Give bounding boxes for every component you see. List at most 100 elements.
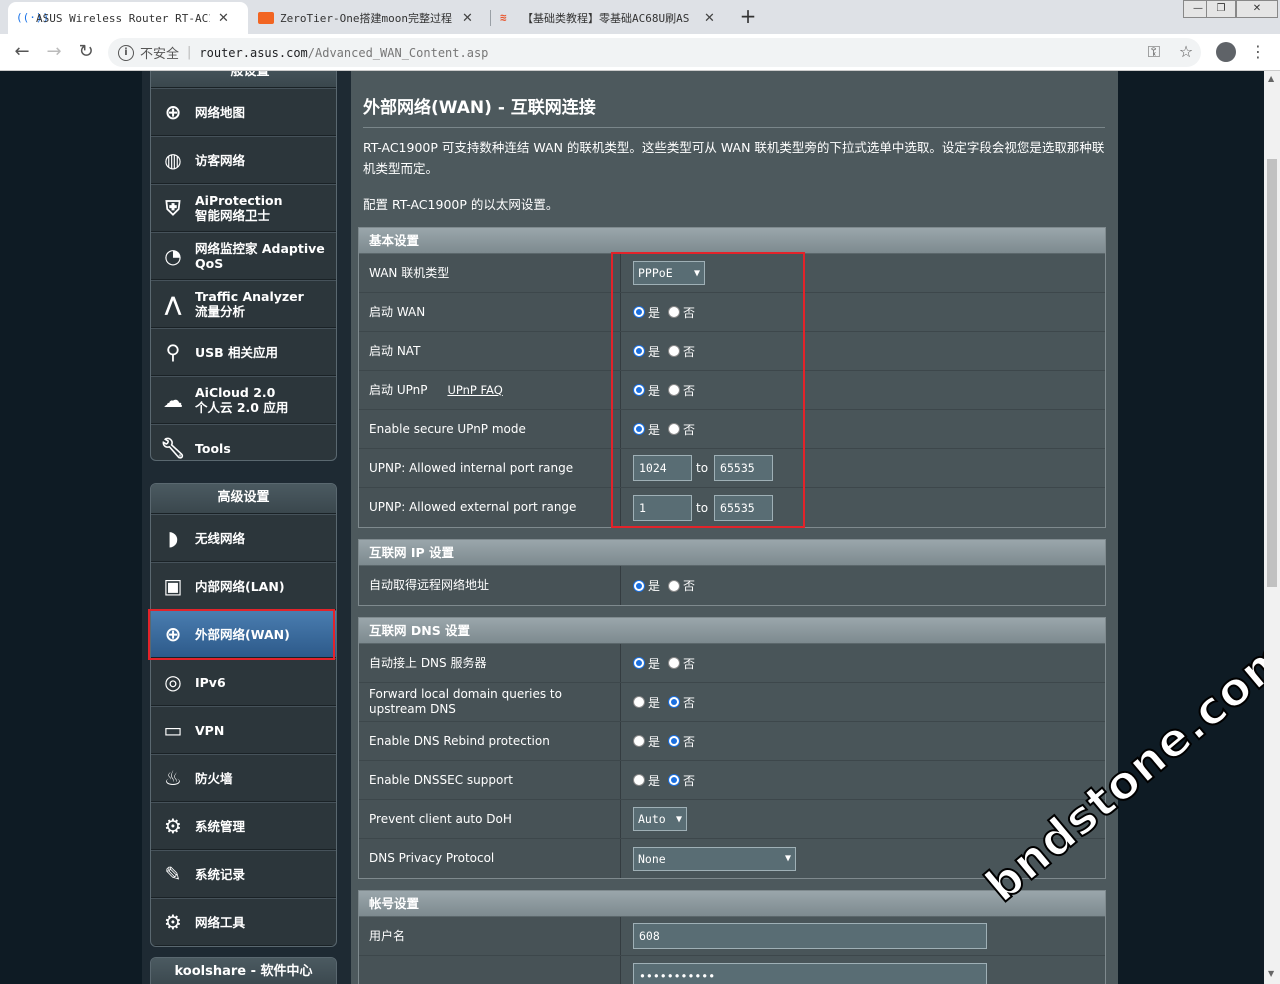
sidebar-item-network-tools[interactable]: ⚙ 网络工具 <box>151 898 336 946</box>
dnssec-yes-radio[interactable] <box>633 774 645 786</box>
wifi-icon: ((·)) <box>16 11 50 24</box>
url-bar[interactable]: i 不安全 | router.asus.com /Advanced_WAN_Co… <box>108 38 1201 67</box>
sidebar-item-label: USB 相关应用 <box>195 344 279 360</box>
wan-type-row: WAN 联机类型 PPPoE ▼ <box>359 254 1105 293</box>
sidebar-item-label-line1: AiProtection <box>195 193 283 208</box>
dnssec-no-radio[interactable] <box>668 774 681 786</box>
close-icon[interactable]: ✕ <box>462 11 473 26</box>
log-icon: ✎ <box>164 862 182 886</box>
sidebar-item-usb[interactable]: ⚲ USB 相关应用 <box>151 328 336 376</box>
sidebar-item-lan[interactable]: ▣ 内部网络(LAN) <box>151 562 336 610</box>
auto-ip-no-radio[interactable] <box>668 579 681 592</box>
sidebar-item-aiprotection[interactable]: ⛨ AiProtection 智能网络卫士 <box>151 184 336 232</box>
sidebar-item-aicloud[interactable]: ☁ AiCloud 2.0 个人云 2.0 应用 <box>151 376 336 424</box>
globe-icon: ⊕ <box>164 622 182 646</box>
back-arrow-icon[interactable]: ← <box>10 40 34 64</box>
new-tab-button[interactable]: + <box>737 6 759 28</box>
enable-upnp-yes-radio[interactable] <box>633 384 645 396</box>
radio-label: 否 <box>683 695 696 710</box>
sidebar-item-tools[interactable]: 🔧︎ Tools <box>151 424 336 460</box>
auto-dns-no-radio[interactable] <box>668 657 681 669</box>
username-row: 用户名 608 <box>359 917 1105 956</box>
sidebar-item-traffic-analyzer[interactable]: ⋀ Traffic Analyzer 流量分析 <box>151 280 336 328</box>
to-label: to <box>696 461 709 475</box>
reload-icon[interactable]: ↻ <box>74 40 98 64</box>
close-icon[interactable]: ✕ <box>704 11 715 26</box>
enable-upnp-no-radio[interactable] <box>668 384 681 396</box>
secure-upnp-yes-radio[interactable] <box>633 423 645 435</box>
key-icon[interactable]: ⚿ <box>1142 40 1166 64</box>
row-label: DNS Privacy Protocol <box>359 839 621 878</box>
sidebar-item-firewall[interactable]: ♨ 防火墙 <box>151 754 336 802</box>
enable-nat-yes-radio[interactable] <box>633 345 645 357</box>
sidebar-item-adaptive-qos[interactable]: ◔ 网络监控家 Adaptive QoS <box>151 232 336 280</box>
shield-lock-icon: ⛨ <box>165 196 181 220</box>
auto-ip-yes-radio[interactable] <box>633 579 645 592</box>
gear-admin-icon: ⚙ <box>164 814 182 838</box>
account-settings-section: 帐号设置 用户名 608 ••••••••••• <box>358 890 1106 984</box>
rebind-no-radio[interactable] <box>668 735 681 747</box>
profile-avatar-icon[interactable] <box>1214 40 1238 64</box>
dns-privacy-select[interactable]: None ▼ <box>633 846 796 871</box>
username-input[interactable]: 608 <box>633 923 987 949</box>
row-label: 用户名 <box>359 917 621 955</box>
sidebar-item-wireless[interactable]: ◗ 无线网络 <box>151 514 336 562</box>
sidebar-item-system-log[interactable]: ✎ 系统记录 <box>151 850 336 898</box>
enable-wan-yes-radio[interactable] <box>633 306 645 318</box>
close-icon[interactable]: ✕ <box>218 11 229 26</box>
scroll-up-icon[interactable]: ▲ <box>1268 74 1274 83</box>
scroll-thumb[interactable] <box>1267 159 1277 587</box>
chevron-down-icon: ▼ <box>693 267 700 279</box>
external-port-to-input[interactable]: 65535 <box>714 494 774 521</box>
row-label: 自动接上 DNS 服务器 <box>359 644 621 682</box>
sidebar-item-ipv6[interactable]: ◎ IPv6 <box>151 658 336 706</box>
internal-port-from-input[interactable]: 1024 <box>633 455 692 481</box>
dnssec-row: Enable DNSSEC support 是 否 <box>359 761 1105 800</box>
prevent-doh-row: Prevent client auto DoH Auto ▼ <box>359 800 1105 839</box>
enable-wan-no-radio[interactable] <box>668 306 681 318</box>
more-menu-icon[interactable]: ⋮ <box>1246 40 1270 64</box>
sidebar-item-guest-network[interactable]: ◍ 访客网络 <box>151 136 336 184</box>
sidebar-item-label: 网络地图 <box>195 104 246 120</box>
internal-port-to-input[interactable]: 65535 <box>714 455 774 481</box>
lan-port-icon: ▣ <box>163 574 183 598</box>
sidebar-item-administration[interactable]: ⚙ 系统管理 <box>151 802 336 850</box>
wan-type-select[interactable]: PPPoE ▼ <box>633 261 705 285</box>
rebind-yes-radio[interactable] <box>633 735 645 747</box>
external-port-from-input[interactable]: 1 <box>633 494 692 521</box>
doh-select[interactable]: Auto ▼ <box>633 807 687 831</box>
forward-local-domain-row: Forward local domain queries to upstream… <box>359 683 1105 722</box>
radio-label: 是 <box>648 695 661 710</box>
page-scrollbar[interactable]: ▲ ▼ <box>1264 71 1280 984</box>
info-icon[interactable]: i <box>118 44 134 61</box>
sidebar-item-network-map[interactable]: ⊕ 网络地图 <box>151 88 336 136</box>
forward-yes-radio[interactable] <box>633 696 645 708</box>
tab-bndstone[interactable]: ≋ 【基础类教程】零基础AC68U刷AS ✕ <box>492 2 732 34</box>
tab-title: ASUS Wireless Router RT-AC1900P <box>36 11 210 25</box>
koolshare-header[interactable]: koolshare - 软件中心 <box>151 958 336 984</box>
section-header: 互联网 DNS 设置 <box>359 618 1105 644</box>
to-label: to <box>696 500 709 515</box>
forward-no-radio[interactable] <box>668 696 681 708</box>
row-label: 自动取得远程网络地址 <box>359 566 621 605</box>
restore-icon[interactable]: ❐ <box>1206 0 1236 18</box>
sidebar-item-wan[interactable]: ⊕ 外部网络(WAN) <box>151 610 336 658</box>
star-icon[interactable]: ☆ <box>1174 40 1198 64</box>
bndstone-icon: ≋ <box>500 11 507 24</box>
tab-asus-router[interactable]: ((·)) ASUS Wireless Router RT-AC1900P ✕ <box>8 2 248 34</box>
scroll-down-icon[interactable]: ▼ <box>1268 969 1274 978</box>
sidebar-item-vpn[interactable]: ▭ VPN <box>151 706 336 754</box>
row-label: Enable DNS Rebind protection <box>359 722 621 760</box>
sidebar-item-label: 系统记录 <box>195 866 246 882</box>
window-close-icon[interactable]: ✕ <box>1236 0 1278 18</box>
ipv6-icon: ◎ <box>164 670 182 694</box>
forward-arrow-icon[interactable]: → <box>42 40 66 64</box>
enable-nat-no-radio[interactable] <box>668 345 681 357</box>
enable-upnp-row: 启动 UPnP UPnP FAQ 是 否 <box>359 371 1105 410</box>
password-input[interactable]: ••••••••••• <box>633 962 987 984</box>
enable-nat-row: 启动 NAT 是 否 <box>359 332 1105 371</box>
auto-dns-yes-radio[interactable] <box>633 657 645 669</box>
secure-upnp-no-radio[interactable] <box>668 423 681 435</box>
upnp-faq-link[interactable]: UPnP FAQ <box>447 383 502 398</box>
tab-zerotier[interactable]: ZeroTier-One搭建moon完整过程 ✕ <box>250 2 490 34</box>
